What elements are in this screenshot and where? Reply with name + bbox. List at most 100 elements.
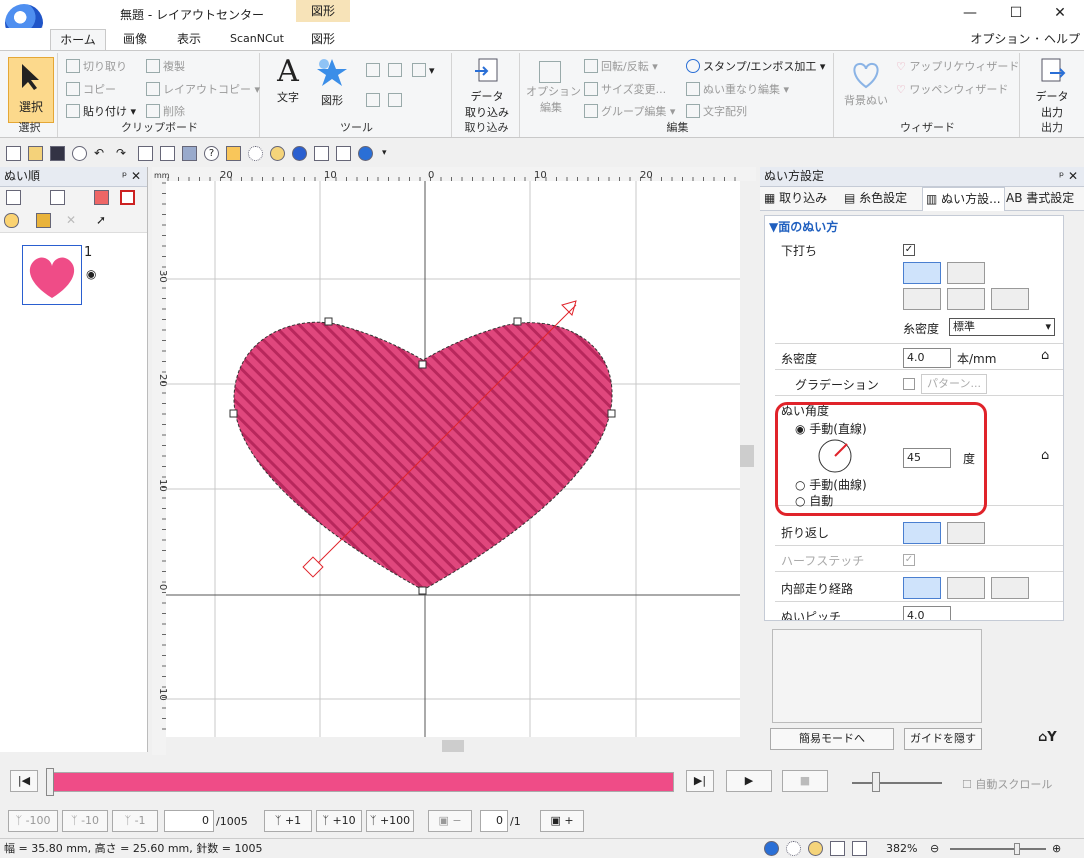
pointer-icon[interactable]: ➚ (96, 213, 111, 228)
paste-button[interactable]: 貼り付け ▾ (66, 103, 136, 119)
shape-tool-button[interactable]: 図形 (314, 55, 350, 108)
stitch-plus-10-button[interactable]: ᛉ +10 (316, 810, 362, 832)
underlay-style-1[interactable] (903, 262, 941, 284)
tab-view[interactable]: 表示 (166, 29, 212, 50)
zoom-in-button[interactable]: ⊕ (1052, 839, 1061, 858)
zoom-in-button[interactable] (366, 63, 383, 77)
duplicate-button[interactable]: 複製 (146, 58, 185, 74)
tab-thread-color[interactable]: ▤ 糸色設定 (844, 187, 907, 210)
speed-slider[interactable] (852, 782, 942, 784)
help-icon[interactable]: ? (204, 146, 219, 161)
horizontal-scroll-thumb[interactable] (442, 740, 464, 752)
section-header[interactable]: ▼面のぬい方 (769, 218, 838, 235)
view-mode-icon[interactable] (764, 841, 779, 856)
maximize-button[interactable]: ☐ (996, 2, 1036, 24)
pin-close-icons[interactable]: ᵖ ✕ (1059, 167, 1078, 186)
zoom-out-button[interactable]: ⊖ (930, 839, 939, 858)
stitch-view-icon[interactable] (786, 841, 801, 856)
minimize-button[interactable]: — (950, 2, 990, 24)
sewing-order-item[interactable] (22, 245, 82, 305)
tab-import[interactable]: ▦ 取り込み (764, 187, 827, 210)
background-stitch-button[interactable]: 背景ぬい (840, 59, 892, 108)
tab-image[interactable]: 画像 (112, 29, 158, 50)
print-preview-icon[interactable] (314, 146, 329, 161)
inner-path-style-1[interactable] (903, 577, 941, 599)
inner-path-style-3[interactable] (991, 577, 1029, 599)
link-icon[interactable] (50, 190, 65, 205)
stitch-minus-10-button[interactable]: ᛉ -10 (62, 810, 108, 832)
fold-style-2[interactable] (947, 522, 985, 544)
new-file-icon[interactable] (6, 146, 21, 161)
color-order-icon[interactable] (94, 190, 109, 205)
stitch-plus-100-button[interactable]: ᛉ +100 (366, 810, 414, 832)
frame-stop-icon[interactable] (120, 190, 135, 205)
page-icon[interactable] (852, 841, 867, 856)
underlay-style-3[interactable] (903, 288, 941, 310)
group-edit-button[interactable]: グループ編集 ▾ (584, 103, 675, 119)
save-icon[interactable] (50, 146, 65, 161)
progress-track[interactable] (46, 772, 674, 792)
copy-button[interactable]: コピー (66, 81, 116, 97)
settings-icon[interactable] (226, 146, 241, 161)
color-prev-button[interactable]: ▣ − (428, 810, 472, 832)
realistic-view-icon[interactable] (808, 841, 823, 856)
measure-button[interactable] (388, 93, 405, 107)
stop-button[interactable]: ■ (782, 770, 828, 792)
half-stitch-checkbox[interactable]: ✓ (903, 554, 915, 566)
tab-home[interactable]: ホーム (50, 29, 106, 50)
go-end-button[interactable]: ▶| (686, 770, 714, 792)
options-help-menu[interactable]: オプション ･ ヘルプ ･ (966, 29, 1080, 66)
zoom-slider-thumb[interactable] (1014, 843, 1020, 855)
grid-icon[interactable] (830, 841, 845, 856)
overlap-edit-button[interactable]: ぬい重なり編集 ▾ (686, 81, 789, 97)
stitch-minus-1-button[interactable]: ᛉ -1 (112, 810, 158, 832)
circle-icon[interactable] (358, 146, 373, 161)
underlay-style-4[interactable] (947, 288, 985, 310)
underlay-style-2[interactable] (947, 262, 985, 284)
inner-path-style-2[interactable] (947, 577, 985, 599)
underlay-checkbox[interactable]: ✓ (903, 244, 915, 256)
frame-icon[interactable] (6, 190, 21, 205)
tab-sew-type[interactable]: ▥ ぬい方設... (922, 187, 1005, 211)
select-button[interactable]: 選択 (8, 57, 54, 123)
layout-copy-button[interactable]: レイアウトコピー ▾ (146, 81, 260, 97)
color-next-button[interactable]: ▣ + (540, 810, 584, 832)
data-import-button[interactable]: データ 取り込み (458, 57, 516, 120)
item-eye-icon[interactable]: ◉ (86, 267, 96, 281)
home-icon[interactable]: ⌂ (1041, 348, 1049, 363)
grid-icon[interactable] (138, 146, 153, 161)
delete-x-icon[interactable]: ✕ (66, 213, 81, 228)
lock-icon[interactable] (36, 213, 51, 228)
open-folder-icon[interactable] (28, 146, 43, 161)
text-arrange-button[interactable]: 文字配列 (686, 103, 747, 119)
resize-button[interactable]: サイズ変更... (584, 81, 666, 97)
customize-toolbar-icon[interactable]: ▾ (382, 146, 397, 161)
tools-icon[interactable]: ⌂Y (1038, 730, 1057, 745)
stitch-minus-100-button[interactable]: ᛉ -100 (8, 810, 58, 832)
vertical-scroll-thumb[interactable] (740, 445, 754, 467)
cut-button[interactable]: 切り取り (66, 58, 127, 74)
transfer-icon[interactable] (336, 146, 351, 161)
wappen-wizard-button[interactable]: ♡ ワッペンウィザード (896, 81, 1008, 97)
close-button[interactable]: ✕ (1040, 2, 1080, 24)
option-edit-button[interactable]: オプション 編集 (526, 61, 581, 115)
simple-mode-button[interactable]: 簡易モードへ (770, 728, 894, 750)
hide-guide-button[interactable]: ガイドを隠す (904, 728, 982, 750)
stitch-current-input[interactable]: 0 (164, 810, 214, 832)
rotate-flip-button[interactable]: 回転/反転 ▾ (584, 58, 658, 74)
undo-icon[interactable]: ↶ (94, 146, 109, 161)
progress-handle[interactable] (46, 768, 54, 796)
density-input[interactable]: 4.0 (903, 348, 951, 368)
vertical-scrollbar[interactable] (740, 181, 756, 755)
autoscroll-checkbox[interactable]: ☐ 自動スクロール (962, 776, 1052, 792)
eye-icon[interactable] (4, 213, 19, 228)
speed-slider-thumb[interactable] (872, 772, 880, 792)
stitch-view-icon[interactable] (248, 146, 263, 161)
tab-shape[interactable]: 図形 (300, 29, 346, 50)
text-tool-button[interactable]: A 文字 (270, 55, 306, 105)
pitch-input[interactable]: 4.0 (903, 606, 951, 620)
zoom-fit-button[interactable]: ▾ (412, 63, 435, 77)
zoom-out-button[interactable] (388, 63, 405, 77)
tab-format[interactable]: AB 書式設定 (1006, 187, 1074, 210)
pin-close-icons[interactable]: ᵖ ✕ (122, 167, 141, 186)
